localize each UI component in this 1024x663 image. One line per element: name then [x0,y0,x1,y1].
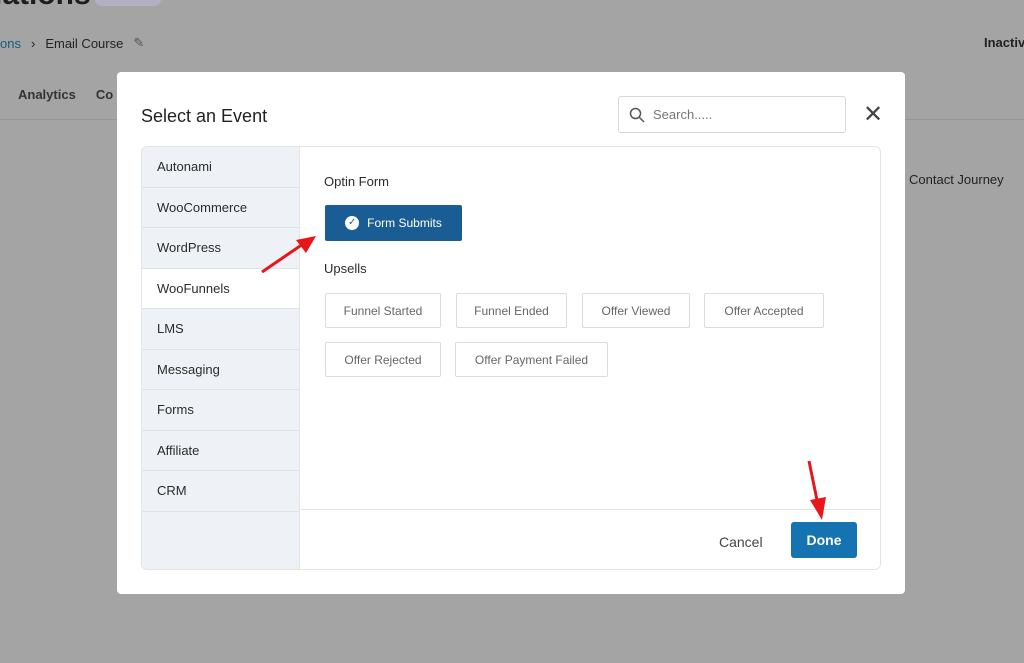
breadcrumb-link[interactable]: ons [0,36,21,51]
event-panel: Autonami WooCommerce WordPress WooFunnel… [141,146,881,570]
modal-footer: Cancel Done [301,509,880,569]
category-crm[interactable]: CRM [142,471,299,512]
category-lms[interactable]: LMS [142,309,299,350]
pencil-icon[interactable]: ✎ [133,35,144,51]
section-title-upsells: Upsells [324,261,367,276]
event-label: Form Submits [367,216,442,230]
page-tabs: Analytics Co [18,87,113,102]
tab-analytics[interactable]: Analytics [18,87,76,102]
tab-other[interactable]: Co [96,87,113,102]
event-offer-accepted[interactable]: Offer Accepted [704,293,824,328]
done-button[interactable]: Done [791,522,857,558]
category-messaging[interactable]: Messaging [142,350,299,390]
search-box[interactable] [618,96,846,133]
category-forms[interactable]: Forms [142,390,299,431]
cancel-button[interactable]: Cancel [719,534,763,550]
status-toggle-label: Inactiv [984,35,1024,50]
select-event-modal: Select an Event ✕ Autonami WooCommerce W… [117,72,905,594]
category-woocommerce[interactable]: WooCommerce [142,188,299,228]
event-funnel-ended[interactable]: Funnel Ended [456,293,567,328]
check-icon: ✓ [345,216,360,230]
event-form-submits[interactable]: ✓ Form Submits [325,205,462,241]
search-icon [629,107,645,123]
category-autonami[interactable]: Autonami [142,147,299,188]
event-offer-payment-failed[interactable]: Offer Payment Failed [455,342,608,377]
category-wordpress[interactable]: WordPress [142,228,299,269]
event-offer-rejected[interactable]: Offer Rejected [325,342,441,377]
breadcrumb-current: Email Course [45,35,124,51]
contact-journey-link[interactable]: Contact Journey [909,172,1004,187]
category-sidebar: Autonami WooCommerce WordPress WooFunnel… [142,147,300,569]
page-title: lations [0,0,91,12]
search-input[interactable] [653,107,823,122]
chevron-right-icon: › [30,35,36,51]
event-list: Optin Form ✓ Form Submits Upsells Funnel… [301,147,880,509]
section-title-optin: Optin Form [324,174,390,189]
status-badge [95,0,161,6]
modal-title: Select an Event [141,106,268,126]
event-funnel-started[interactable]: Funnel Started [325,293,441,328]
category-woofunnels[interactable]: WooFunnels [142,268,299,309]
event-offer-viewed[interactable]: Offer Viewed [582,293,690,328]
breadcrumb: ons › Email Course ✎ [0,35,144,51]
close-icon[interactable]: ✕ [863,100,883,129]
category-affiliate[interactable]: Affiliate [142,431,299,471]
